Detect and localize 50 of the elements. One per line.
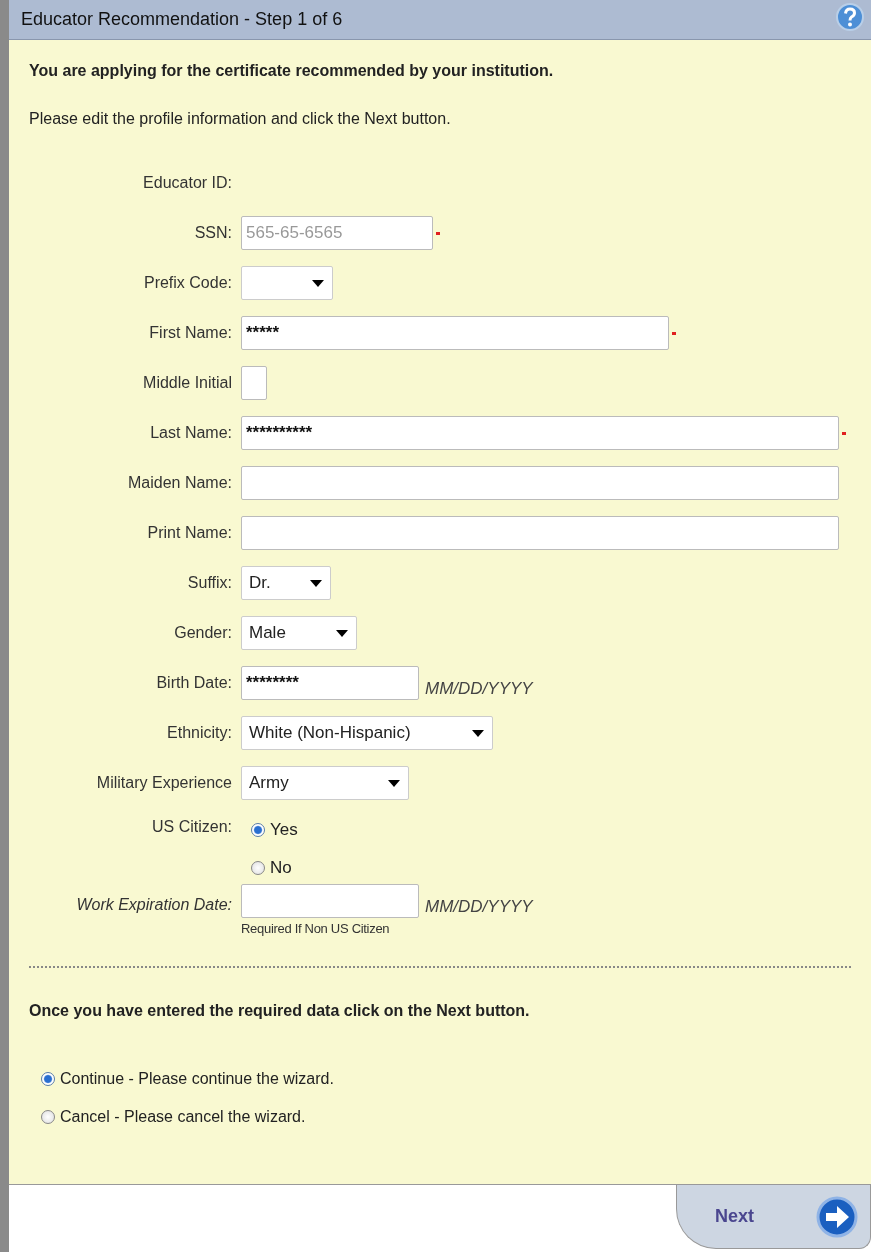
radio-icon[interactable] <box>251 823 265 837</box>
radio-icon[interactable] <box>41 1072 55 1086</box>
field-label: Last Name: <box>150 424 232 442</box>
field-label: Middle Initial <box>143 374 232 392</box>
dropdown[interactable]: White (Non-Hispanic) <box>241 716 493 750</box>
radio-option[interactable]: Yes <box>251 820 851 840</box>
input-field[interactable]: ********** <box>241 416 839 450</box>
field-label: First Name: <box>149 324 232 342</box>
input-field[interactable]: ******** <box>241 666 419 700</box>
dropdown[interactable] <box>241 266 333 300</box>
help-icon[interactable] <box>835 1 865 32</box>
input-field[interactable] <box>241 884 419 918</box>
field-label: Suffix: <box>187 574 232 592</box>
field-label: Print Name: <box>147 524 232 542</box>
input-field[interactable] <box>241 466 839 500</box>
input-field[interactable]: ***** <box>241 316 669 350</box>
field-label: Work Expiration Date: <box>76 896 232 914</box>
input-field[interactable]: 565-65-6565 <box>241 216 433 250</box>
next-button[interactable]: Next <box>676 1185 871 1249</box>
caret-icon <box>472 729 484 737</box>
instruction-text: You are applying for the certificate recommended by your institution. <box>29 62 555 80</box>
date-format-hint: MM/DD/YYYY <box>425 679 533 699</box>
radio-option[interactable]: No <box>251 858 851 878</box>
input-field[interactable] <box>241 366 267 400</box>
input-field[interactable] <box>241 516 839 550</box>
date-format-hint: MM/DD/YYYY <box>425 897 533 917</box>
field-label: Birth Date: <box>156 674 232 692</box>
instruction-text: Once you have entered the required data click on the Next button. <box>29 1002 531 1020</box>
window-title: Educator Recommendation - Step 1 of 6 <box>21 9 343 30</box>
radio-option[interactable]: Cancel - Please cancel the wizard. <box>41 1108 851 1126</box>
dropdown[interactable]: Dr. <box>241 566 331 600</box>
caret-icon <box>336 629 348 637</box>
field-label: Prefix Code: <box>143 274 232 292</box>
radio-icon[interactable] <box>41 1110 55 1124</box>
field-label: Gender: <box>174 624 232 642</box>
field-label: Ethnicity: <box>167 724 232 742</box>
field-label: US Citizen: <box>151 818 232 836</box>
dropdown[interactable]: Male <box>241 616 357 650</box>
field-note: Required If Non US Citizen <box>241 921 391 936</box>
field-label: SSN: <box>194 224 232 242</box>
field-label: Military Experience <box>96 774 232 792</box>
radio-option[interactable]: Continue - Please continue the wizard. <box>41 1070 851 1088</box>
caret-icon <box>310 579 322 587</box>
dropdown[interactable]: Army <box>241 766 409 800</box>
caret-icon <box>388 779 400 787</box>
field-label: Maiden Name: <box>127 474 232 492</box>
field-label: Educator ID: <box>143 174 232 192</box>
caret-icon <box>312 279 324 287</box>
instruction-text: Please edit the profile information and click the Next button. <box>29 110 452 128</box>
radio-icon[interactable] <box>251 861 265 875</box>
